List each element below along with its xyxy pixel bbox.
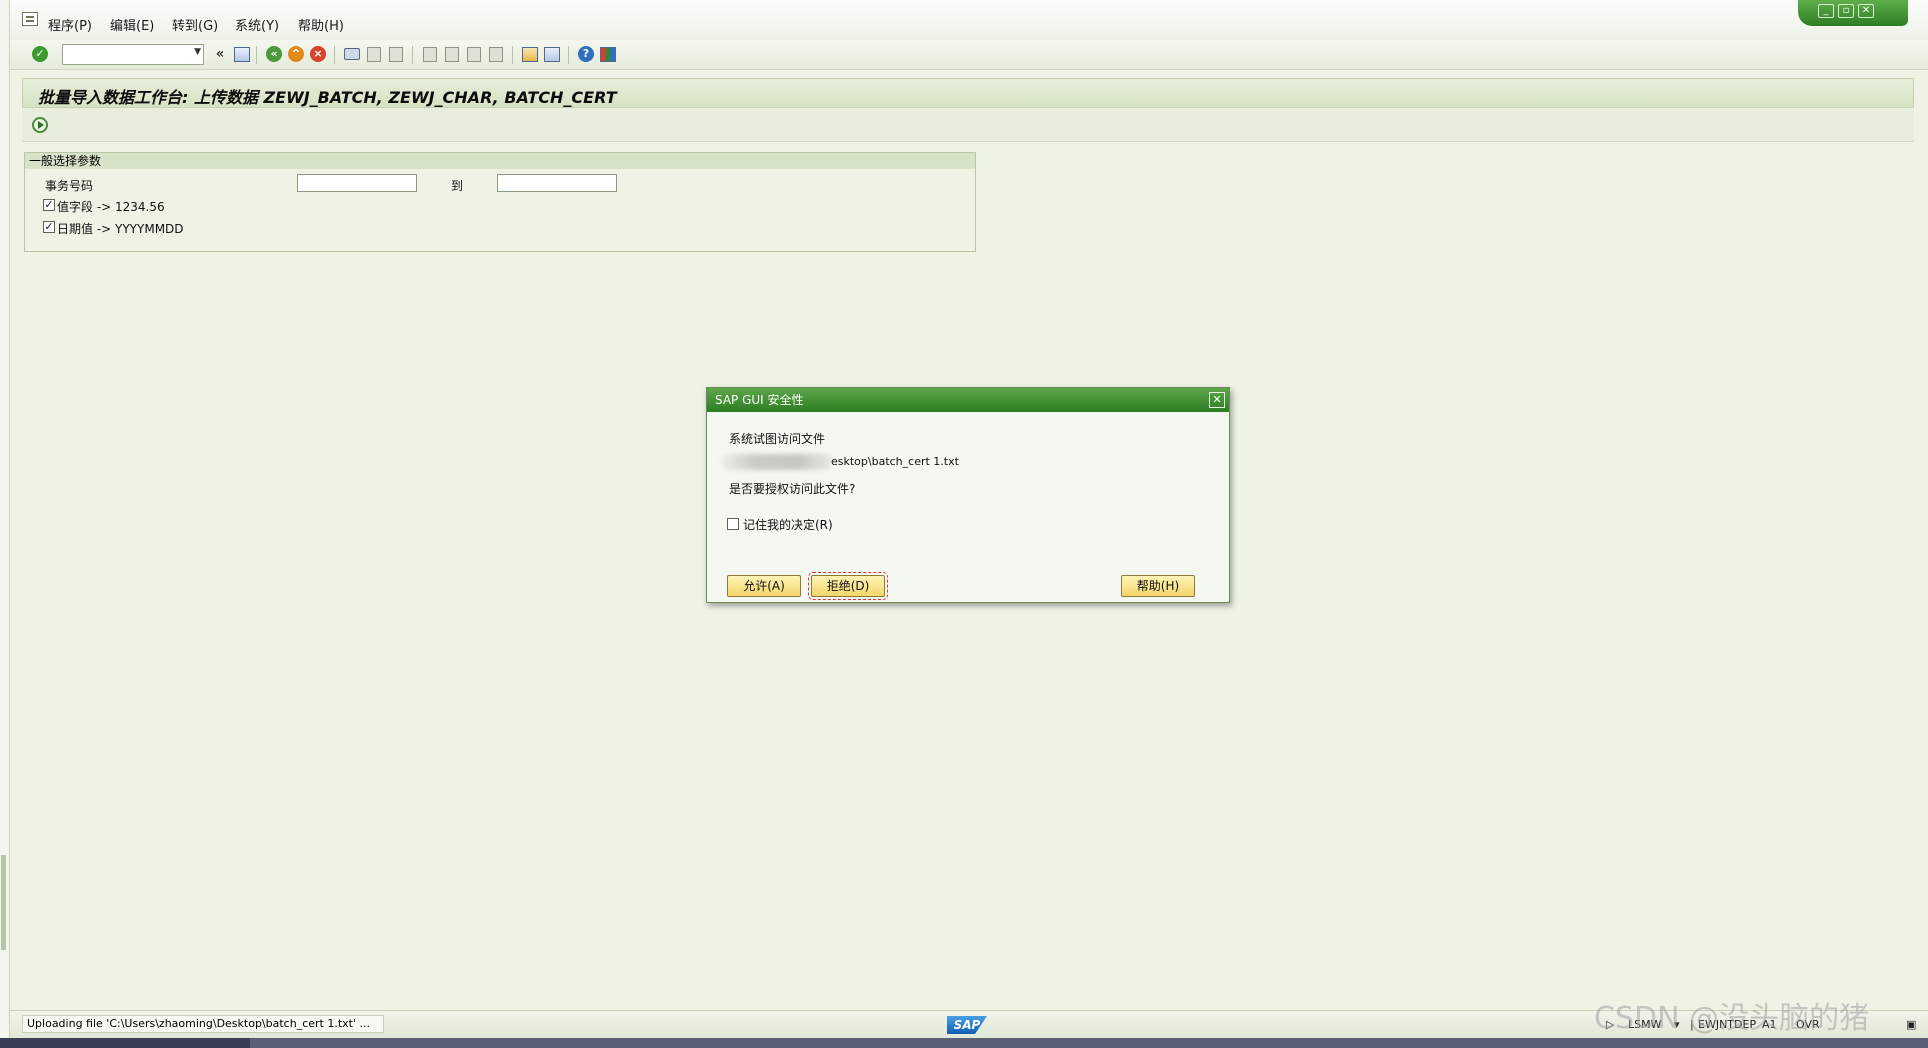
close-icon[interactable]: ✕ <box>1209 392 1225 408</box>
menu-system[interactable]: 系统(Y) <box>235 15 279 34</box>
first-page-icon[interactable] <box>420 44 440 64</box>
help-icon[interactable]: ? <box>576 44 596 64</box>
menu-edit[interactable]: 编辑(E) <box>110 15 154 34</box>
left-edge <box>0 0 10 1048</box>
file-path: esktop\batch_cert 1.txt <box>831 455 959 468</box>
toolbar-separator <box>412 46 413 64</box>
page-title: 批量导入数据工作台: 上传数据 ZEWJ_BATCH, ZEWJ_CHAR, B… <box>38 88 617 107</box>
access-message: 系统试图访问文件 <box>729 432 826 446</box>
redacted-path-blur <box>721 454 833 470</box>
command-field[interactable]: ▼ <box>62 44 204 65</box>
find-icon[interactable] <box>364 44 384 64</box>
enter-icon[interactable]: ✓ <box>30 44 50 64</box>
minimize-icon[interactable]: _ <box>1818 4 1834 18</box>
toolbar-separator <box>334 46 335 64</box>
execute-icon[interactable] <box>32 117 48 133</box>
find-next-icon[interactable] <box>386 44 406 64</box>
toolbar-separator <box>256 46 257 64</box>
menu-goto[interactable]: 转到(G) <box>172 15 218 34</box>
left-scroll-marker[interactable] <box>1 855 6 950</box>
deny-button[interactable]: 拒绝(D) <box>808 572 888 600</box>
print-icon[interactable] <box>342 44 362 64</box>
txn-number-label: 事务号码 <box>45 179 94 193</box>
menu-help[interactable]: 帮助(H) <box>298 15 344 34</box>
standard-toolbar: ✓ ▼ « « ^ × ? <box>10 40 1928 70</box>
toolbar-separator <box>512 46 513 64</box>
date-value-checkbox[interactable]: ✓ <box>43 221 55 233</box>
toolbar-separator <box>568 46 569 64</box>
allow-button[interactable]: 允许(A) <box>727 575 801 597</box>
group-title: 一般选择参数 <box>25 153 975 169</box>
txn-number-to-input[interactable] <box>497 174 617 192</box>
back-icon[interactable]: « <box>264 44 284 64</box>
value-field-checkbox[interactable]: ✓ <box>43 199 55 211</box>
next-page-icon[interactable] <box>464 44 484 64</box>
back-double-chevron-icon[interactable]: « <box>210 44 230 64</box>
date-value-label: 日期值 -> YYYYMMDD <box>57 222 184 236</box>
create-session-icon[interactable] <box>520 44 540 64</box>
dialog-body: 系统试图访问文件 esktop\batch_cert 1.txt 是否要授权访问… <box>707 412 1229 602</box>
dialog-title: SAP GUI 安全性 <box>715 393 804 407</box>
menu-program[interactable]: 程序(P) <box>48 15 92 34</box>
status-message[interactable]: Uploading file 'C:\Users\zhaoming\Deskto… <box>22 1015 384 1033</box>
application-toolbar <box>22 108 1914 142</box>
authorize-question: 是否要授权访问此文件? <box>729 482 856 496</box>
taskbar-strip <box>0 1038 1928 1048</box>
restore-icon[interactable]: ▫ <box>1838 4 1854 18</box>
watermark: CSDN @没头脑的猪 <box>1594 1001 1870 1036</box>
cancel-icon[interactable]: × <box>308 44 328 64</box>
remember-decision-label: 记住我的决定(R) <box>743 518 833 532</box>
layout-icon[interactable]: ▣ <box>1906 1018 1916 1031</box>
menu-bar: 程序(P) 编辑(E) 转到(G) 系统(Y) 帮助(H) _ ▫ ✕ <box>10 0 1928 40</box>
last-page-icon[interactable] <box>486 44 506 64</box>
sap-logo: SAP <box>947 1016 987 1034</box>
chevron-down-icon[interactable]: ▼ <box>194 47 201 57</box>
help-button[interactable]: 帮助(H) <box>1121 575 1195 597</box>
previous-page-icon[interactable] <box>442 44 462 64</box>
txn-number-from-input[interactable] <box>297 174 417 192</box>
save-icon[interactable] <box>232 44 252 64</box>
remember-decision-checkbox[interactable] <box>727 518 739 530</box>
dialog-title-bar: SAP GUI 安全性 ✕ <box>707 388 1229 412</box>
security-dialog: SAP GUI 安全性 ✕ 系统试图访问文件 esktop\batch_cert… <box>706 387 1230 603</box>
exit-icon[interactable]: ^ <box>286 44 306 64</box>
to-label: 到 <box>451 179 464 193</box>
close-icon[interactable]: ✕ <box>1858 4 1874 18</box>
customize-layout-icon[interactable] <box>598 44 618 64</box>
window-controls: _ ▫ ✕ <box>1798 0 1908 26</box>
shortcut-icon[interactable] <box>542 44 562 64</box>
general-selection-group: 一般选择参数 事务号码 到 ✓ 值字段 -> 1234.56 ✓ 日期值 -> … <box>24 152 976 252</box>
menu-system-icon[interactable] <box>22 12 38 26</box>
value-field-label: 值字段 -> 1234.56 <box>57 200 165 214</box>
title-bar: 批量导入数据工作台: 上传数据 ZEWJ_BATCH, ZEWJ_CHAR, B… <box>22 78 1914 108</box>
